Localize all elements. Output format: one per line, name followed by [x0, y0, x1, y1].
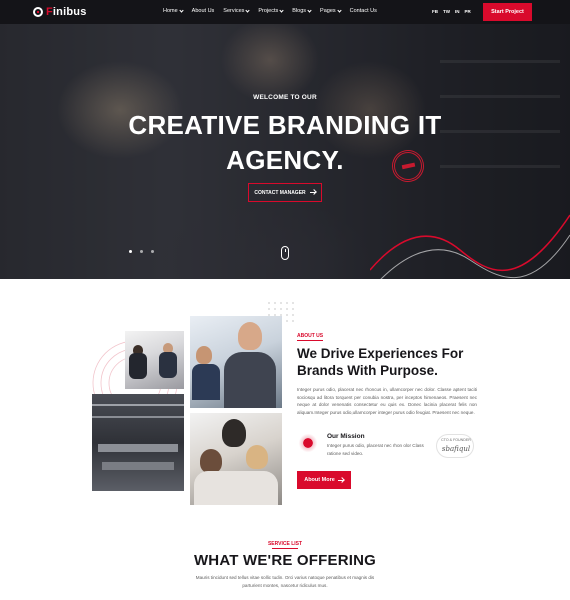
chevron-down-icon	[279, 7, 284, 13]
about-tag: ABOUT US	[297, 333, 324, 339]
about-title-line1: We Drive Experiences For	[297, 346, 464, 361]
about-title-line2: Brands With Purpose.	[297, 363, 438, 378]
wave-decoration	[370, 214, 570, 279]
about-image-team	[190, 413, 282, 505]
slider-dot[interactable]	[129, 250, 132, 253]
menu-label: Home	[163, 8, 178, 14]
menu-label: Contact Us	[349, 8, 377, 14]
brand-name: inibus	[52, 6, 87, 18]
top-navbar: Finibus Home About Us Services Projects …	[0, 0, 570, 24]
services-title: WHAT WE'RE OFFERING	[193, 552, 377, 569]
about-more-label: About More	[304, 477, 335, 483]
signature-name: sbafiqul	[441, 445, 471, 453]
mission-title: Our Mission	[327, 433, 365, 440]
mission-icon	[297, 432, 319, 454]
brand-prefix: F	[46, 6, 53, 18]
chevron-down-icon	[179, 7, 184, 13]
page: WELCOME TO OUR CREATIVE BRANDING IT AGEN…	[0, 0, 570, 600]
slider-dot[interactable]	[151, 250, 154, 253]
mission-text: Integer purus odio, placerat nec rhon ol…	[327, 443, 424, 456]
contact-manager-button[interactable]: CONTACT MANAGER	[248, 183, 322, 202]
menu-item-contact[interactable]: Contact Us	[350, 8, 377, 14]
menu-item-services[interactable]: Services	[223, 7, 251, 14]
start-project-button[interactable]: Start Project	[483, 3, 532, 21]
services-description: Mauris tincidunt sed tellus vitae sollic…	[195, 575, 375, 588]
about-image-meeting	[125, 331, 184, 389]
main-menu: Home About Us Services Projects Blogs Pa…	[163, 7, 377, 14]
about-image-office	[92, 394, 184, 491]
chevron-down-icon	[307, 7, 312, 13]
services-tag: SERVICE LIST	[267, 541, 303, 547]
services-tag-underline	[272, 548, 298, 549]
contact-manager-label: CONTACT MANAGER	[254, 189, 306, 196]
slider-dot[interactable]	[140, 250, 143, 253]
chevron-down-icon	[245, 7, 251, 13]
menu-item-projects[interactable]: Projects	[258, 7, 284, 14]
logo-icon	[33, 7, 43, 17]
hero-section: WELCOME TO OUR CREATIVE BRANDING IT AGEN…	[0, 0, 570, 279]
facebook-link[interactable]: FB	[432, 9, 438, 14]
arrow-right-icon	[337, 479, 344, 481]
about-more-button[interactable]: About More	[297, 471, 351, 489]
social-links: FB TW IN PR	[432, 9, 471, 14]
menu-item-home[interactable]: Home	[163, 7, 184, 14]
scroll-mouse-icon[interactable]	[281, 246, 289, 260]
signature-role: CTO & FOUNDER	[441, 438, 471, 442]
menu-label: Blogs	[292, 8, 307, 14]
slider-dots	[129, 250, 154, 253]
arrow-right-icon	[309, 192, 316, 193]
menu-item-about[interactable]: About Us	[192, 8, 215, 14]
menu-label: Pages	[320, 8, 336, 14]
founder-signature: CTO & FOUNDER sbafiqul	[436, 434, 474, 458]
menu-label: About Us	[191, 8, 215, 14]
chevron-down-icon	[337, 7, 342, 13]
menu-item-pages[interactable]: Pages	[320, 7, 342, 14]
pinterest-link[interactable]: PR	[465, 9, 471, 14]
hero-title-line1: CREATIVE BRANDING IT	[128, 110, 442, 140]
menu-item-blogs[interactable]: Blogs	[292, 7, 312, 14]
twitter-link[interactable]: TW	[443, 9, 450, 14]
instagram-link[interactable]: IN	[455, 9, 460, 14]
about-image-developer	[190, 316, 282, 408]
menu-label: Services	[223, 8, 245, 14]
hero-title-line2: AGENCY.	[226, 145, 344, 175]
about-paragraph: Integer purus odio, placerat nec rhoncus…	[297, 387, 477, 416]
brand-logo[interactable]: Finibus	[33, 6, 87, 18]
menu-label: Projects	[258, 8, 279, 14]
hero-welcome: WELCOME TO OUR	[253, 94, 317, 101]
